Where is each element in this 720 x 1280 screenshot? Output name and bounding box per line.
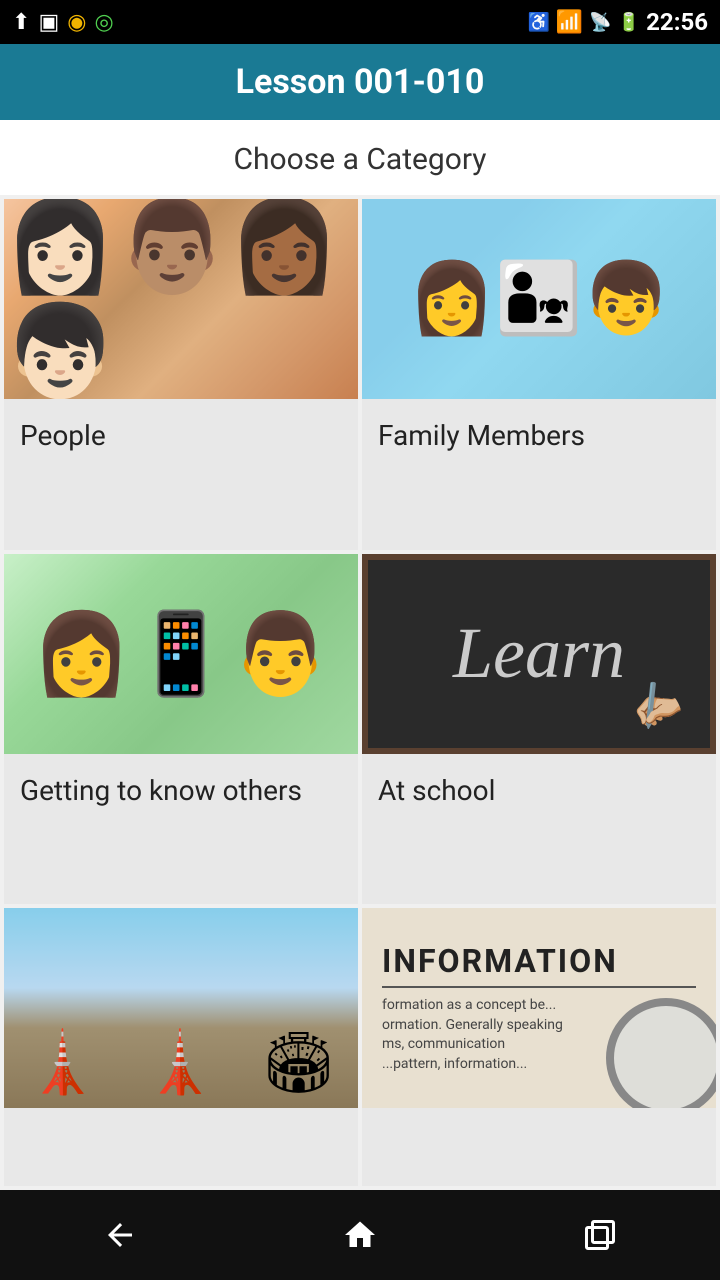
time-display: 22:56 <box>646 8 708 36</box>
newspaper-headline: INFORMATION <box>382 942 696 988</box>
category-card-information[interactable]: INFORMATION formation as a concept be...… <box>362 908 716 1186</box>
image-icon: ▣ <box>38 10 59 35</box>
page-title: Lesson 001-010 <box>236 62 485 102</box>
category-image-people: 👩🏻👨🏽👩🏾👦🏻 <box>4 199 358 399</box>
chalk-learn-text: Learn <box>453 612 625 695</box>
hearing-icon: ♿ <box>527 12 549 33</box>
recent-apps-button[interactable] <box>560 1195 640 1275</box>
chalk-hand-icon: ✍🏼 <box>622 671 689 737</box>
category-image-travel: 🗼 🗼 🏟 <box>4 908 358 1108</box>
record-icon: ◉ <box>67 10 86 35</box>
category-label-school: At school <box>362 754 716 827</box>
back-icon <box>102 1217 138 1253</box>
category-card-travel[interactable]: 🗼 🗼 🏟 Travel & Places <box>4 908 358 1186</box>
category-image-family: 👩‍👨‍👧👦 <box>362 199 716 399</box>
eiffel-icon: 🗼 <box>143 1027 218 1098</box>
speed-icon: ◎ <box>94 10 113 35</box>
category-image-information: INFORMATION formation as a concept be...… <box>362 908 716 1108</box>
status-right-icons: ♿ 📶 📡 🔋 22:56 <box>527 8 708 36</box>
category-grid: 👩🏻👨🏽👩🏾👦🏻 People 👩‍👨‍👧👦 Family Members 👩📱… <box>0 195 720 1190</box>
page-header: Lesson 001-010 <box>0 44 720 120</box>
category-card-family[interactable]: 👩‍👨‍👧👦 Family Members <box>362 199 716 550</box>
wifi-icon: 📶 <box>556 10 583 35</box>
signal-icon: 📡 <box>589 12 611 33</box>
magnifier-icon <box>606 998 716 1108</box>
category-card-people[interactable]: 👩🏻👨🏽👩🏾👦🏻 People <box>4 199 358 550</box>
category-card-getting[interactable]: 👩📱👨 Getting to know others <box>4 554 358 905</box>
colosseum-icon: 🏟 <box>260 1027 336 1098</box>
usb-icon: ⬆ <box>12 10 30 35</box>
battery-icon: 🔋 <box>618 12 640 33</box>
bottom-nav <box>0 1190 720 1280</box>
category-label-people: People <box>4 399 358 472</box>
back-button[interactable] <box>80 1195 160 1275</box>
category-image-school: Learn ✍🏼 <box>362 554 716 754</box>
page-subtitle: Choose a Category <box>0 120 720 195</box>
category-image-getting: 👩📱👨 <box>4 554 358 754</box>
category-label-getting: Getting to know others <box>4 754 358 827</box>
category-card-school[interactable]: Learn ✍🏼 At school <box>362 554 716 905</box>
category-label-family: Family Members <box>362 399 716 472</box>
status-bar: ⬆ ▣ ◉ ◎ ♿ 📶 📡 🔋 22:56 <box>0 0 720 44</box>
home-icon <box>342 1217 378 1253</box>
status-left-icons: ⬆ ▣ ◉ ◎ <box>12 10 114 35</box>
home-button[interactable] <box>320 1195 400 1275</box>
recent-apps-icon <box>582 1217 618 1253</box>
tower-icon: 🗼 <box>25 1027 100 1098</box>
